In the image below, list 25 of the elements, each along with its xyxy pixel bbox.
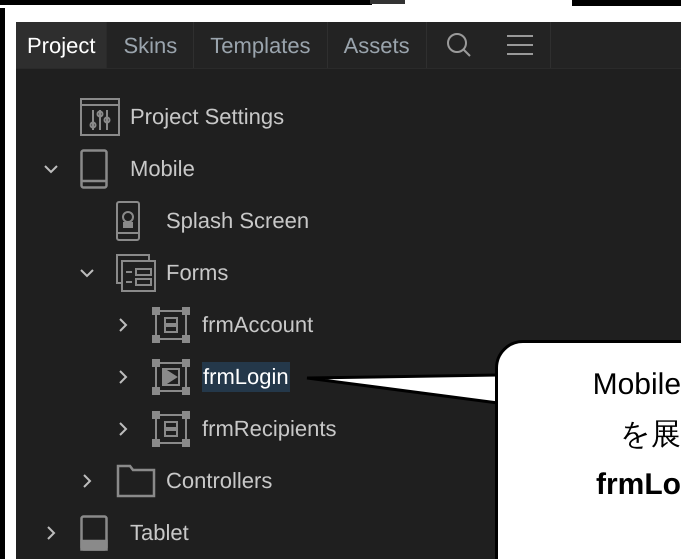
tree-item[interactable]: frmLogin xyxy=(202,362,290,392)
panel-tab[interactable]: Skins xyxy=(107,22,194,68)
phone-icon xyxy=(80,149,108,189)
folder-icon xyxy=(116,464,156,498)
tree-item[interactable]: Tablet xyxy=(130,518,189,548)
tablet-icon xyxy=(80,515,108,551)
phone-screen-icon xyxy=(116,201,140,241)
tree-item[interactable]: Splash Screen xyxy=(166,206,310,236)
callout-text: を展 xyxy=(620,417,681,453)
form-icon xyxy=(152,411,190,447)
callout-text: frmLo xyxy=(596,467,681,503)
panel-tab[interactable]: Project xyxy=(16,22,108,68)
tree-item[interactable]: Mobile xyxy=(130,154,195,184)
settings-panel-icon xyxy=(80,98,120,136)
tree-item[interactable]: frmAccount xyxy=(202,310,314,340)
tree-item[interactable]: frmRecipients xyxy=(202,414,336,444)
tree-item[interactable]: Controllers xyxy=(166,466,272,496)
panel-tab[interactable]: Assets xyxy=(328,22,427,68)
form-icon xyxy=(152,307,190,343)
panel-tab[interactable]: Templates xyxy=(194,22,328,68)
tree-item[interactable]: Project Settings xyxy=(130,102,284,132)
form-play-icon xyxy=(152,359,190,395)
forms-icon xyxy=(116,254,156,292)
callout-text: Mobile xyxy=(592,367,681,403)
tree-item[interactable]: Forms xyxy=(166,258,228,288)
